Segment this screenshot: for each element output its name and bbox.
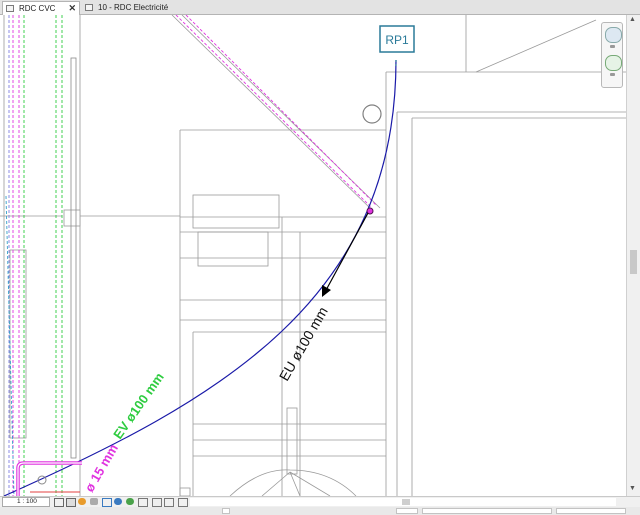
view-tab-bar: RDC CVC ✕ 10 - RDC Electricité [0, 0, 640, 15]
status-field[interactable] [222, 508, 230, 514]
visual-style-icon[interactable] [66, 498, 76, 507]
reveal-hidden-icon[interactable] [126, 498, 134, 505]
navigation-bar [601, 22, 623, 88]
architecture-lines [0, 15, 626, 496]
floor-plan-drawing: EU ø100 mm EV ø100 mm ø 15 mm RP1 [0, 15, 626, 496]
floor-plan-icon [85, 4, 93, 11]
chevron-down-icon[interactable] [610, 73, 615, 76]
detail-level-icon[interactable] [54, 498, 64, 507]
status-field[interactable] [396, 508, 418, 514]
floor-drain-icon[interactable] [362, 104, 382, 124]
crop-view-icon[interactable] [102, 498, 112, 507]
scroll-thumb[interactable] [630, 250, 637, 274]
temporary-hide-icon[interactable] [114, 498, 122, 505]
shadows-icon[interactable] [90, 498, 98, 505]
tag-rp1[interactable]: RP1 [379, 25, 415, 53]
status-strip [0, 507, 640, 515]
pipe-route-curve[interactable] [3, 59, 397, 496]
pipe-eu-label: EU ø100 mm [276, 304, 331, 383]
view-control-bar: 1 : 100 [0, 496, 640, 507]
worksharing-icon[interactable] [138, 498, 148, 507]
floor-plan-icon [6, 5, 14, 12]
scroll-up-icon[interactable]: ▲ [629, 16, 636, 23]
scroll-thumb[interactable] [402, 499, 410, 505]
pipe-small-label: ø 15 mm [82, 441, 121, 494]
vertical-scrollbar[interactable]: ▲ ▼ [626, 15, 640, 496]
drawing-canvas[interactable]: EU ø100 mm EV ø100 mm ø 15 mm RP1 [0, 15, 626, 496]
scale-value: 1 : 100 [17, 498, 37, 505]
analytical-model-icon[interactable] [164, 498, 174, 507]
status-field[interactable] [556, 508, 626, 514]
direction-arrow [324, 212, 369, 293]
zoom-icon[interactable] [605, 55, 622, 71]
camera-icon[interactable] [152, 498, 162, 507]
horizontal-scrollbar[interactable] [190, 498, 616, 506]
small-pipe[interactable] [16, 461, 82, 496]
steering-wheel-icon[interactable] [605, 27, 622, 43]
tab-rdc-electricite[interactable]: 10 - RDC Electricité [82, 1, 192, 15]
close-icon[interactable]: ✕ [68, 2, 76, 15]
tab-label: 10 - RDC Electricité [98, 3, 169, 12]
scroll-down-icon[interactable]: ▼ [629, 485, 636, 492]
tab-label: RDC CVC [19, 4, 56, 13]
scale-selector[interactable]: 1 : 100 [2, 497, 50, 507]
arrowhead-icon [322, 285, 331, 297]
tag-label: RP1 [385, 33, 409, 47]
chevron-down-icon[interactable] [610, 45, 615, 48]
sun-path-icon[interactable] [78, 498, 86, 505]
status-field[interactable] [422, 508, 552, 514]
tab-rdc-cvc[interactable]: RDC CVC ✕ [2, 1, 80, 15]
constraints-icon[interactable] [178, 498, 188, 507]
